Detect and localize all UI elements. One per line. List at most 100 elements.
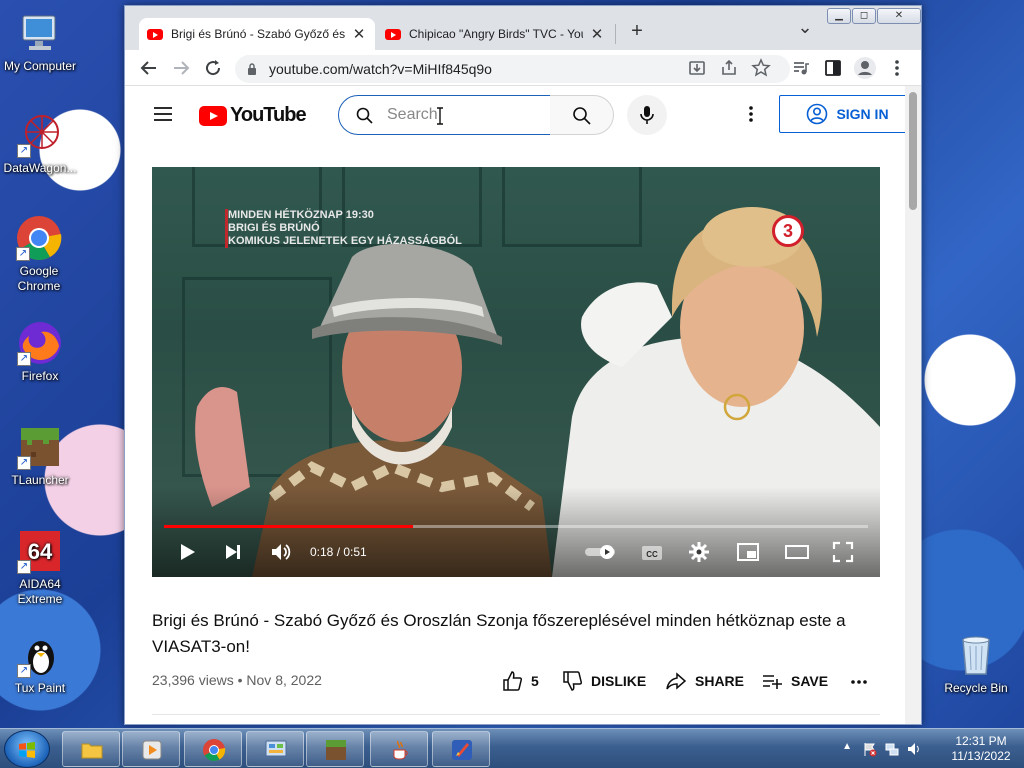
grass-block-icon: ↗ bbox=[17, 424, 63, 470]
media-control-button[interactable] bbox=[789, 56, 813, 80]
taskbar-chrome[interactable] bbox=[184, 731, 242, 767]
video-player[interactable]: MINDEN HÉTKÖZNAP 19:30 BRIGI ÉS BRÚNÓ KO… bbox=[152, 167, 880, 577]
search-icon bbox=[573, 107, 591, 125]
folder-icon bbox=[81, 743, 103, 759]
desktop-icon-label: DataWagon... bbox=[3, 161, 77, 175]
play-button[interactable] bbox=[176, 541, 198, 568]
fullscreen-button[interactable] bbox=[832, 541, 854, 568]
voice-search-button[interactable] bbox=[627, 95, 667, 135]
side-panel-icon bbox=[825, 60, 841, 76]
aida64-icon: 64 ↗ bbox=[17, 528, 63, 574]
search-box[interactable] bbox=[338, 95, 551, 135]
shortcut-arrow-icon: ↗ bbox=[16, 247, 30, 261]
autoplay-toggle[interactable] bbox=[584, 544, 618, 565]
more-actions-button[interactable] bbox=[849, 670, 869, 690]
tab-title: Chipicao "Angry Birds" TVC - You bbox=[409, 27, 583, 41]
thumbs-down-icon bbox=[563, 671, 583, 691]
close-tab-icon[interactable]: ✕ bbox=[589, 25, 605, 43]
settings-button[interactable] bbox=[688, 541, 710, 568]
share-button[interactable]: SHARE bbox=[665, 670, 744, 692]
maximize-button[interactable]: ◻ bbox=[852, 8, 876, 24]
progress-bar[interactable] bbox=[164, 525, 868, 528]
meta-separator: • bbox=[237, 672, 243, 688]
reload-button[interactable] bbox=[201, 56, 225, 80]
desktop-icon-firefox[interactable]: ↗ Firefox bbox=[0, 320, 80, 384]
youtube-header: YouTube SIGN IN bbox=[125, 86, 907, 142]
back-button[interactable] bbox=[137, 56, 161, 80]
close-window-button[interactable]: ✕ bbox=[877, 8, 921, 24]
theater-mode-button[interactable] bbox=[784, 541, 810, 568]
desktop-icon-label: My Computer bbox=[3, 59, 77, 73]
settings-menu-button[interactable] bbox=[739, 102, 763, 126]
start-button[interactable] bbox=[4, 730, 50, 768]
youtube-logo[interactable]: YouTube bbox=[199, 104, 307, 127]
play-icon bbox=[181, 544, 195, 560]
guide-menu-button[interactable] bbox=[151, 102, 175, 126]
scrollbar-thumb[interactable] bbox=[909, 92, 917, 210]
page-scrollbar[interactable] bbox=[905, 86, 921, 724]
browser-window: Brigi és Brúnó - Szabó Győző és ✕ Chipic… bbox=[124, 5, 922, 725]
subtitles-button[interactable]: CC bbox=[640, 543, 664, 568]
vertical-dots-icon bbox=[749, 106, 753, 122]
search-button[interactable] bbox=[550, 95, 614, 135]
share-page-button[interactable] bbox=[717, 56, 741, 80]
desktop-icon-label: Tux Paint bbox=[14, 681, 66, 695]
desktop-icon-label: Google Chrome bbox=[17, 264, 61, 293]
sign-in-button[interactable]: SIGN IN bbox=[779, 95, 907, 133]
share-label: SHARE bbox=[695, 673, 745, 689]
firefox-icon: ↗ bbox=[17, 320, 63, 366]
desktop-icon-my-computer[interactable]: My Computer bbox=[0, 10, 80, 74]
tab-brigi-es-bruno[interactable]: Brigi és Brúnó - Szabó Győző és ✕ bbox=[139, 18, 375, 50]
next-button[interactable] bbox=[222, 541, 244, 568]
tab-search-button[interactable]: ⌄ bbox=[793, 18, 817, 42]
desktop-icon-tux-paint[interactable]: ↗ Tux Paint bbox=[0, 632, 80, 696]
side-panel-button[interactable] bbox=[821, 56, 845, 80]
playlist-add-icon bbox=[763, 675, 782, 689]
miniplayer-button[interactable] bbox=[736, 541, 760, 568]
install-app-button[interactable] bbox=[685, 56, 709, 80]
desktop-icon-recycle-bin[interactable]: Recycle Bin bbox=[936, 632, 1016, 696]
taskbar-clock[interactable]: 12:31 PM 11/13/2022 bbox=[946, 734, 1016, 764]
reload-icon bbox=[206, 60, 221, 76]
network-icon[interactable] bbox=[884, 741, 900, 757]
taskbar-rocket-app[interactable] bbox=[432, 731, 490, 767]
like-button[interactable]: 5 bbox=[501, 670, 539, 692]
youtube-wordmark: YouTube bbox=[230, 104, 307, 126]
taskbar-control-panel[interactable] bbox=[246, 731, 304, 767]
mute-button[interactable] bbox=[269, 541, 293, 568]
chrome-icon: ↗ bbox=[16, 215, 62, 261]
profile-button[interactable] bbox=[853, 56, 877, 80]
browser-menu-button[interactable] bbox=[885, 56, 909, 80]
lock-icon bbox=[248, 63, 256, 75]
speaker-icon[interactable] bbox=[906, 741, 922, 757]
tab-chipicao[interactable]: Chipicao "Angry Birds" TVC - You ✕ bbox=[377, 18, 613, 50]
desktop-icon-datawagon[interactable]: ↗ DataWagon... bbox=[0, 112, 80, 176]
new-tab-button[interactable]: + bbox=[625, 20, 649, 44]
taskbar-tlauncher[interactable] bbox=[306, 731, 364, 767]
bookmark-button[interactable] bbox=[749, 56, 773, 80]
divider bbox=[152, 714, 880, 715]
youtube-play-logo-icon bbox=[199, 105, 227, 126]
url-text: youtube.com/watch?v=MiHIf845q9o bbox=[269, 61, 492, 77]
action-center-flag-icon[interactable] bbox=[862, 741, 878, 757]
overlay-line: MINDEN HÉTKÖZNAP 19:30 bbox=[228, 209, 374, 221]
search-input[interactable] bbox=[387, 104, 537, 126]
taskbar-media-player[interactable] bbox=[122, 731, 180, 767]
minimize-button[interactable]: ▁ bbox=[827, 8, 851, 24]
video-metadata: 23,396 views • Nov 8, 2022 bbox=[152, 672, 322, 688]
dislike-button[interactable]: DISLIKE bbox=[561, 670, 646, 692]
rocket-icon bbox=[452, 740, 472, 760]
taskbar-java[interactable] bbox=[370, 731, 428, 767]
dislike-label: DISLIKE bbox=[591, 673, 647, 689]
save-button[interactable]: SAVE bbox=[761, 670, 828, 692]
show-hidden-icons-button[interactable]: ▲ bbox=[842, 741, 852, 752]
search-icon bbox=[356, 107, 373, 124]
desktop-icon-tlauncher[interactable]: ↗ TLauncher bbox=[0, 424, 80, 488]
close-tab-icon[interactable]: ✕ bbox=[351, 25, 367, 43]
taskbar-file-explorer[interactable] bbox=[62, 731, 120, 767]
forward-button[interactable] bbox=[169, 56, 193, 80]
desktop-icon-google-chrome[interactable]: ↗ Google Chrome bbox=[0, 215, 78, 294]
video-title: Brigi és Brúnó - Szabó Győző és Oroszlán… bbox=[152, 611, 846, 656]
tab-title: Brigi és Brúnó - Szabó Győző és bbox=[171, 27, 345, 41]
desktop-icon-aida64[interactable]: 64 ↗ AIDA64 Extreme bbox=[0, 528, 80, 607]
